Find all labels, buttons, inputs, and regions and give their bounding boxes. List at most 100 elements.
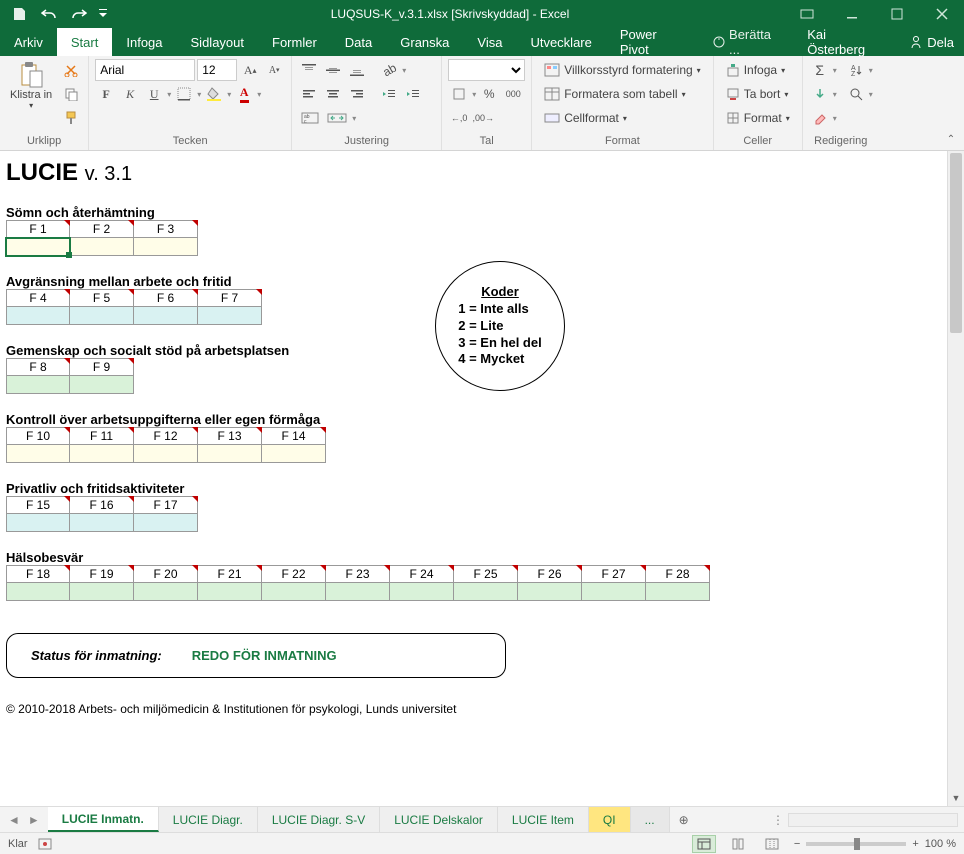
input-cell[interactable] [134,307,198,325]
collapse-ribbon-icon[interactable]: ⌃ [942,132,960,146]
zoom-slider[interactable] [806,842,906,846]
sheet-tab[interactable]: LUCIE Diagr. [159,807,258,832]
input-cell[interactable] [262,583,326,601]
align-top-icon[interactable] [298,59,320,81]
input-cell[interactable] [70,583,134,601]
input-cell[interactable] [134,238,198,256]
italic-button[interactable]: K [119,83,141,105]
align-middle-icon[interactable] [322,59,344,81]
user-name[interactable]: Kai Österberg [795,28,899,56]
sort-filter-icon[interactable]: AZ [845,59,867,81]
format-painter-icon[interactable] [60,107,82,129]
cut-icon[interactable] [60,59,82,81]
tab-split-icon[interactable]: ⋮ [768,813,788,827]
increase-indent-icon[interactable] [402,83,424,105]
input-cell[interactable] [6,376,70,394]
zoom-level[interactable]: 100 % [925,838,956,850]
page-layout-view-icon[interactable] [726,835,750,853]
input-cell[interactable] [518,583,582,601]
zoom-control[interactable]: − + 100 % [794,838,956,850]
borders-icon[interactable] [173,83,195,105]
format-as-table-button[interactable]: Formatera som tabell ▾ [538,83,707,105]
input-cell[interactable] [134,583,198,601]
clear-icon[interactable] [809,107,831,129]
number-format-select[interactable] [448,59,525,81]
tab-nav[interactable]: ◄► [0,807,48,832]
tab-home[interactable]: Start [57,28,112,56]
vertical-scrollbar[interactable]: ▲ ▼ [947,151,964,806]
percent-icon[interactable]: % [478,83,500,105]
tab-view[interactable]: Visa [463,28,516,56]
bold-button[interactable]: F [95,83,117,105]
tab-file[interactable]: Arkiv [0,28,57,56]
input-cell[interactable] [198,583,262,601]
font-color-icon[interactable]: A [233,83,255,105]
zoom-in-icon[interactable]: + [912,838,918,850]
normal-view-icon[interactable] [692,835,716,853]
input-cell[interactable] [326,583,390,601]
input-cell[interactable] [70,514,134,532]
zoom-out-icon[interactable]: − [794,838,800,850]
cell-styles-button[interactable]: Cellformat ▾ [538,107,707,129]
align-bottom-icon[interactable] [346,59,368,81]
fill-color-icon[interactable] [203,83,225,105]
macro-record-icon[interactable] [38,838,52,850]
font-name-input[interactable] [95,59,195,81]
insert-cells-button[interactable]: Infoga ▾ [720,59,796,81]
close-icon[interactable] [919,0,964,28]
merge-center-icon[interactable] [324,107,350,129]
input-cell[interactable] [134,445,198,463]
share-button[interactable]: Dela [899,28,964,56]
ribbon-display-icon[interactable] [784,0,829,28]
input-cell[interactable] [70,445,134,463]
input-cell[interactable] [646,583,710,601]
input-cell[interactable] [70,238,134,256]
increase-decimal-icon[interactable]: ←,0 [448,107,470,129]
input-cell[interactable] [198,307,262,325]
sheet-tab[interactable]: QI [589,807,631,832]
find-select-icon[interactable] [845,83,867,105]
sheet-tab[interactable]: LUCIE Diagr. S-V [258,807,380,832]
increase-font-icon[interactable]: A▴ [239,59,261,81]
input-cell[interactable] [454,583,518,601]
input-cell[interactable] [198,445,262,463]
orientation-icon[interactable]: ab [378,59,400,81]
decrease-indent-icon[interactable] [378,83,400,105]
qat-customize-icon[interactable] [96,2,110,26]
format-cells-button[interactable]: Format ▾ [720,107,796,129]
input-cell[interactable] [390,583,454,601]
tab-developer[interactable]: Utvecklare [516,28,605,56]
paste-button[interactable]: Klistra in▾ [6,59,56,112]
align-left-icon[interactable] [298,83,320,105]
font-size-input[interactable] [197,59,237,81]
tab-insert[interactable]: Infoga [112,28,176,56]
input-cell[interactable] [6,445,70,463]
save-icon[interactable] [6,2,32,26]
align-right-icon[interactable] [346,83,368,105]
tab-data[interactable]: Data [331,28,386,56]
input-cell[interactable] [582,583,646,601]
align-center-icon[interactable] [322,83,344,105]
input-cell[interactable] [262,445,326,463]
underline-button[interactable]: U [143,83,165,105]
comma-icon[interactable]: 000 [502,83,524,105]
minimize-icon[interactable] [829,0,874,28]
more-tabs-button[interactable]: ... [631,807,670,832]
input-cell[interactable] [6,583,70,601]
input-cell[interactable] [134,514,198,532]
fill-icon[interactable] [809,83,831,105]
input-cell[interactable] [6,514,70,532]
horizontal-scrollbar[interactable] [788,813,958,827]
tab-formulas[interactable]: Formler [258,28,331,56]
tab-layout[interactable]: Sidlayout [177,28,258,56]
page-break-view-icon[interactable] [760,835,784,853]
sheet-tab[interactable]: LUCIE Item [498,807,589,832]
sheet-tab[interactable]: LUCIE Inmatn. [48,807,159,832]
maximize-icon[interactable] [874,0,919,28]
worksheet[interactable]: LUCIE v. 3.1 Sömn och återhämtningF 1F 2… [0,151,947,806]
accounting-format-icon[interactable] [448,83,470,105]
decrease-font-icon[interactable]: A▾ [263,59,285,81]
input-cell[interactable] [6,307,70,325]
autosum-icon[interactable]: Σ [809,59,831,81]
tab-powerpivot[interactable]: Power Pivot [606,28,703,56]
